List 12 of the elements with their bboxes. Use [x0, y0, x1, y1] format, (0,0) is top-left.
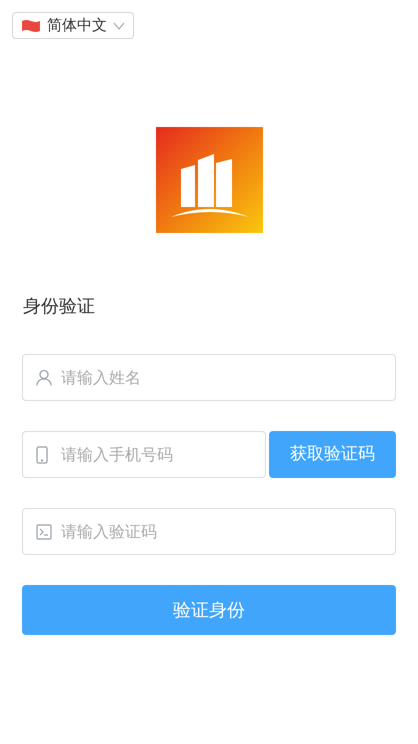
flag-icon — [21, 18, 41, 32]
input-field[interactable]: 请输入姓名 — [22, 354, 396, 401]
input-field[interactable]: 请输入验证码 — [22, 508, 396, 555]
verify-button[interactable]: 验证身份 — [22, 585, 396, 635]
user-icon — [36, 369, 52, 386]
language-selector[interactable]: 简体中文 — [12, 12, 134, 39]
page-title: 身份验证 — [23, 295, 96, 319]
chevron-down-icon — [113, 22, 125, 30]
input-field[interactable]: 请输入手机号码 — [22, 431, 266, 478]
terminal-icon — [36, 524, 52, 540]
get-code-button[interactable]: 获取验证码 — [269, 431, 396, 478]
phone-icon — [36, 446, 48, 464]
